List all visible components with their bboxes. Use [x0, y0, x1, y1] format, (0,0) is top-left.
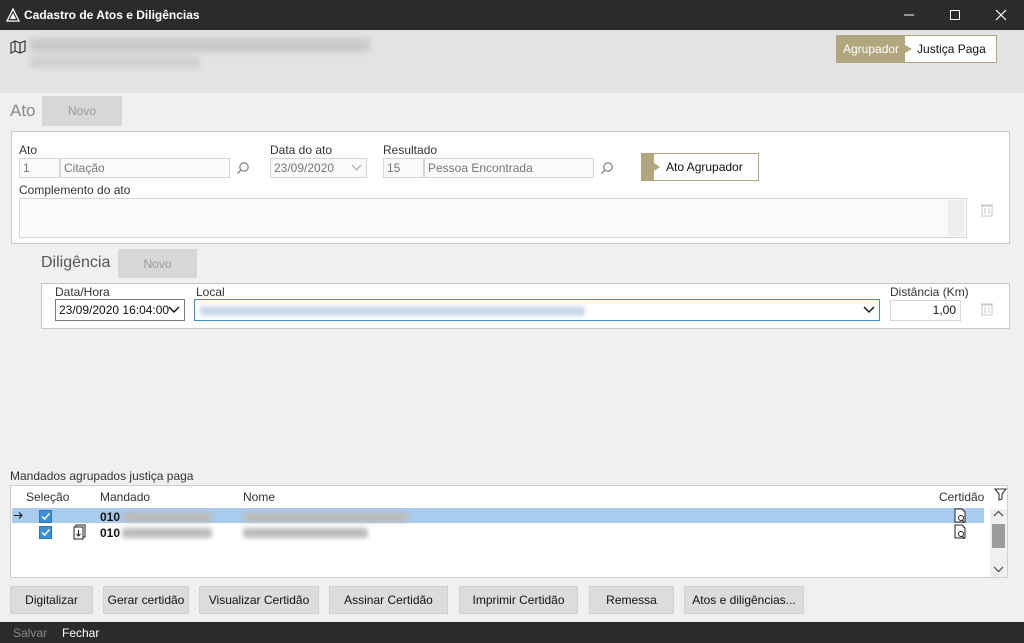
redacted-nome [243, 512, 408, 522]
column-selecao[interactable]: Seleção [26, 490, 69, 504]
redacted-header-line-1 [30, 38, 370, 52]
trash-icon[interactable] [981, 203, 993, 217]
digitalizar-button[interactable]: Digitalizar [10, 586, 93, 614]
chevron-down-icon [168, 306, 180, 313]
fechar-button[interactable]: Fechar [62, 626, 99, 640]
distancia-label: Distância (Km) [890, 285, 969, 299]
redacted-header-line-2 [30, 56, 200, 68]
check-icon [41, 512, 51, 521]
complemento-label: Complemento do ato [19, 183, 131, 197]
minimize-icon [904, 14, 914, 16]
toggle-justica-paga[interactable]: Justiça Paga [905, 36, 996, 62]
maximize-icon [950, 10, 960, 20]
redacted-mandado [122, 512, 212, 522]
data-do-ato-label: Data do ato [270, 143, 333, 157]
column-certidao[interactable]: Certidão [939, 490, 984, 504]
ato-code-field[interactable]: 1 [19, 158, 60, 178]
column-mandado[interactable]: Mandado [100, 490, 150, 504]
imprimir-certidao-button[interactable]: Imprimir Certidão [459, 586, 578, 614]
remessa-button[interactable]: Remessa [589, 586, 674, 614]
trash-icon[interactable] [981, 302, 993, 316]
datahora-value: 23/09/2020 16:04:00 [59, 303, 170, 317]
current-row-arrow-icon [14, 512, 23, 519]
check-icon [41, 528, 51, 537]
certidao-doc-icon[interactable] [952, 508, 968, 524]
maximize-button[interactable] [932, 0, 978, 30]
visualizar-certidao-button[interactable]: Visualizar Certidão [199, 586, 319, 614]
window-title: Cadastro de Atos e Diligências [24, 8, 200, 22]
atos-diligencias-button[interactable]: Atos e diligências... [684, 586, 804, 614]
toggle-agrupador[interactable]: Agrupador [837, 36, 913, 62]
local-label: Local [196, 285, 225, 299]
resultado-search-icon[interactable] [600, 161, 614, 175]
filter-icon[interactable] [994, 488, 1007, 501]
mandado-cell: 010 [100, 510, 121, 524]
resultado-name-field[interactable]: Pessoa Encontrada [424, 158, 594, 178]
app-logo-icon [6, 8, 20, 22]
scroll-down-icon[interactable] [993, 566, 1004, 573]
redacted-nome [243, 528, 368, 538]
chevron-down-icon [863, 306, 875, 313]
title-bar: Cadastro de Atos e Diligências [0, 0, 1024, 30]
close-icon [995, 9, 1007, 21]
redacted-local-value [200, 306, 585, 316]
data-do-ato-value: 23/09/2020 [274, 161, 335, 175]
scanned-document-icon[interactable] [72, 524, 88, 540]
gerar-certidao-button[interactable]: Gerar certidão [103, 586, 189, 614]
footer-bar [0, 622, 1024, 643]
resultado-label: Resultado [383, 143, 438, 157]
ato-section-title: Ato [10, 101, 36, 120]
agrupador-toggle[interactable]: Agrupador Justiça Paga [836, 35, 997, 63]
scroll-up-icon[interactable] [993, 510, 1004, 517]
ato-agrupador-button[interactable]: Ato Agrupador [641, 153, 759, 181]
certidao-doc-icon[interactable] [952, 524, 968, 540]
ato-novo-button[interactable]: Novo [42, 96, 122, 126]
mandado-cell: 010 [100, 526, 121, 540]
ato-label: Ato [19, 143, 38, 157]
complemento-scrollbar[interactable] [948, 200, 964, 236]
grid-scrollbar-thumb[interactable] [992, 524, 1005, 548]
resultado-code-field[interactable]: 15 [383, 158, 424, 178]
data-do-ato-field[interactable]: 23/09/2020 [270, 158, 367, 178]
datahora-label: Data/Hora [55, 285, 110, 299]
map-icon[interactable] [10, 40, 26, 54]
distancia-field[interactable]: 1,00 [890, 300, 961, 321]
close-button[interactable] [978, 0, 1024, 30]
minimize-button[interactable] [886, 0, 932, 30]
salvar-button[interactable]: Salvar [13, 626, 47, 640]
ato-name-field[interactable]: Citação [60, 158, 230, 178]
ato-search-icon[interactable] [236, 161, 250, 175]
diligencia-title: Diligência [41, 254, 111, 271]
datahora-field[interactable]: 23/09/2020 16:04:00 [55, 299, 185, 321]
row-checkbox[interactable] [39, 510, 52, 523]
column-nome[interactable]: Nome [243, 490, 275, 504]
grid-title: Mandados agrupados justiça paga [10, 469, 194, 483]
assinar-certidao-button[interactable]: Assinar Certidão [329, 586, 448, 614]
ato-agrupador-label: Ato Agrupador [666, 160, 743, 174]
chevron-down-icon [351, 164, 362, 171]
diligencia-novo-button[interactable]: Novo [118, 249, 197, 278]
complemento-textarea[interactable] [19, 198, 967, 238]
redacted-mandado [122, 528, 212, 538]
row-checkbox[interactable] [39, 526, 52, 539]
